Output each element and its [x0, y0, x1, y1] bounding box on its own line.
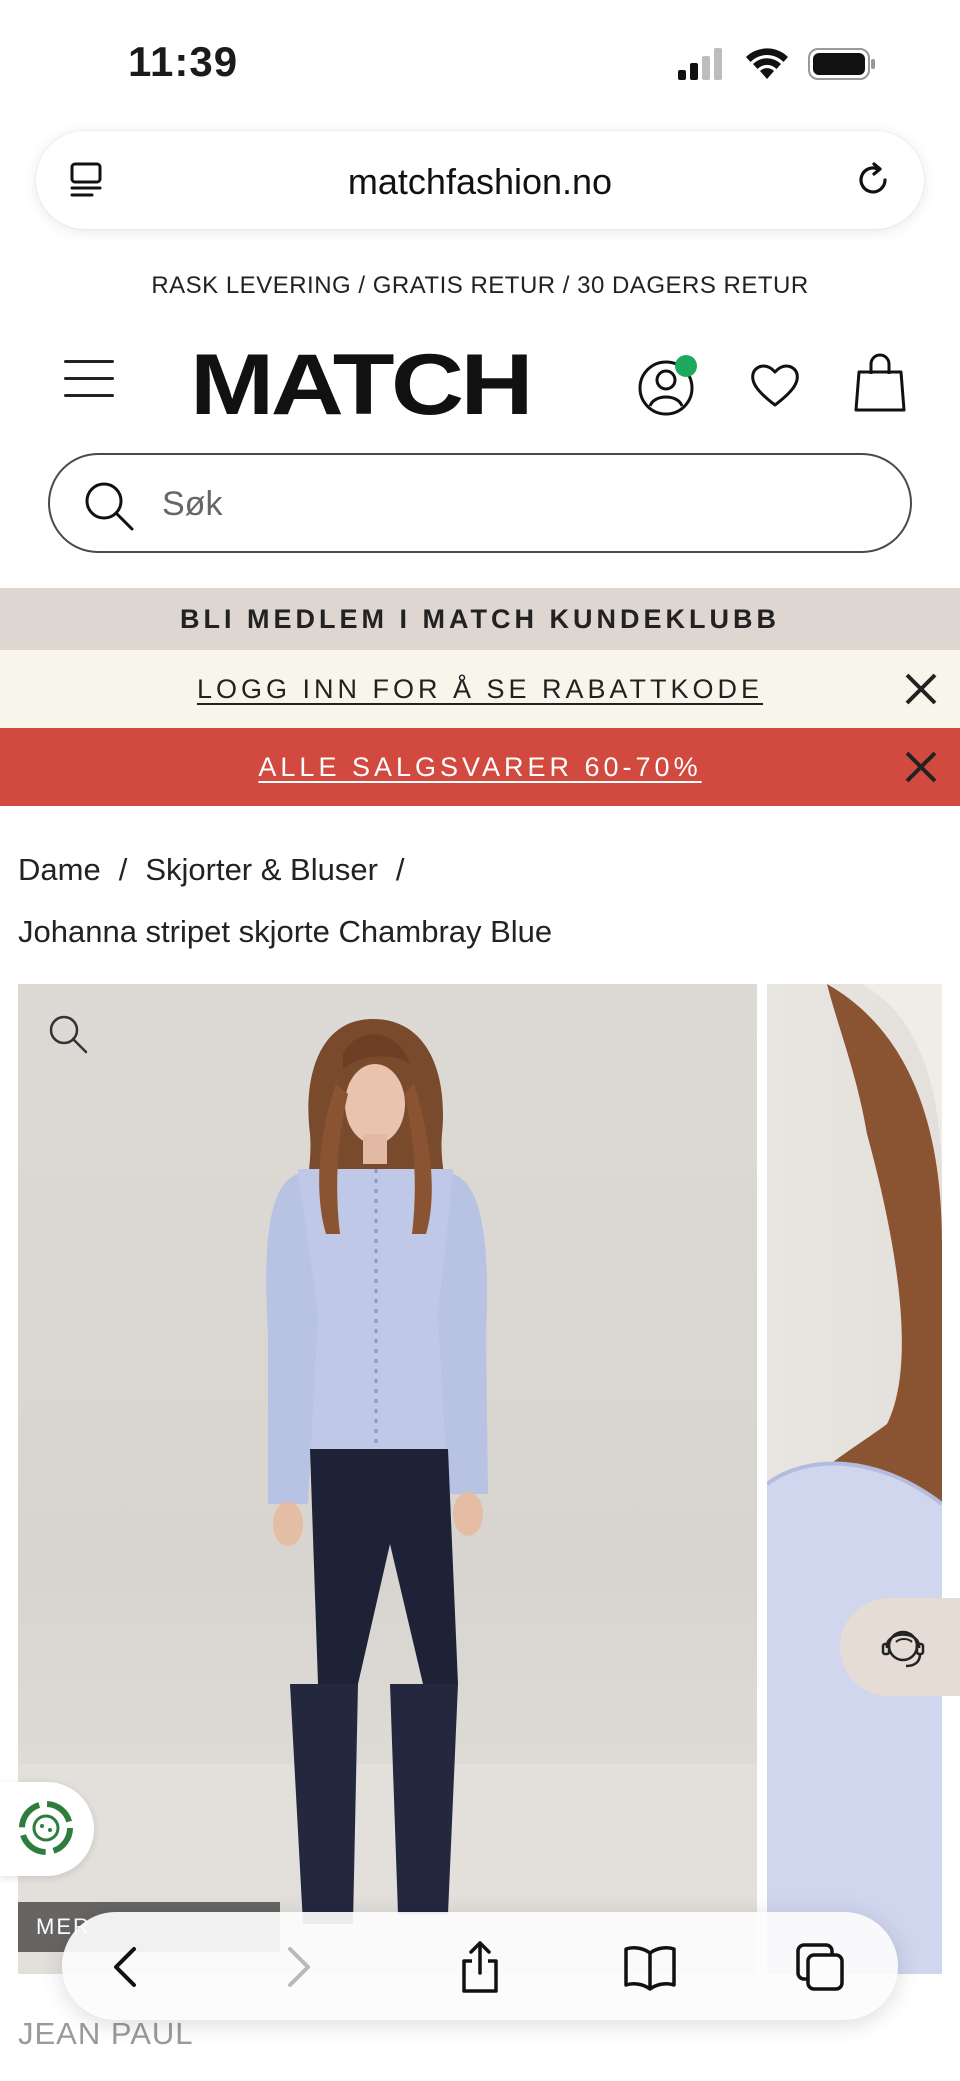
tabs-icon[interactable] — [792, 1939, 848, 1995]
breadcrumb: Dame / Skjorter & Bluser / — [18, 852, 405, 888]
menu-icon[interactable] — [64, 358, 118, 398]
reload-icon[interactable] — [852, 159, 894, 201]
logo-text: MATCH — [190, 342, 530, 422]
browser-toolbar — [62, 1912, 898, 2020]
member-banner[interactable]: BLI MEDLEM I MATCH KUNDEKLUBB — [0, 588, 960, 650]
battery-icon — [808, 48, 875, 80]
breadcrumb-separator: / — [118, 852, 128, 887]
breadcrumb-item-dame[interactable]: Dame — [18, 852, 101, 888]
recycle-icon — [19, 1801, 73, 1855]
search-bar[interactable] — [48, 453, 912, 553]
forward-icon[interactable] — [268, 1939, 324, 1995]
close-icon[interactable] — [902, 670, 940, 708]
cellular-signal-icon — [678, 48, 722, 80]
promo-strip: RASK LEVERING / GRATIS RETUR / 30 DAGERS… — [151, 272, 809, 299]
product-image[interactable] — [18, 984, 757, 1974]
account-icon[interactable] — [636, 354, 700, 418]
login-banner: LOGG INN FOR Å SE RABATTKODE — [0, 650, 960, 728]
status-time: 11:39 — [128, 38, 239, 85]
headset-agent-icon — [881, 1630, 925, 1668]
eco-badge[interactable] — [0, 1782, 94, 1876]
breadcrumb-separator: / — [395, 852, 405, 887]
share-icon[interactable] — [452, 1939, 508, 1995]
search-input[interactable] — [162, 479, 862, 529]
sale-banner: ALLE SALGSVARER 60-70% — [0, 728, 960, 806]
member-banner-text[interactable]: BLI MEDLEM I MATCH KUNDEKLUBB — [180, 604, 780, 634]
address-bar[interactable]: matchfashion.no — [36, 131, 924, 229]
back-icon[interactable] — [100, 1939, 156, 1995]
heart-icon[interactable] — [748, 358, 802, 412]
bookmarks-icon[interactable] — [622, 1939, 678, 1995]
brand-name[interactable]: JEAN PAUL — [18, 2016, 194, 2052]
match-logo[interactable]: MATCH — [190, 342, 535, 422]
model-illustration — [18, 1019, 757, 1974]
sale-link[interactable]: ALLE SALGSVARER 60-70% — [258, 752, 701, 782]
login-discount-link[interactable]: LOGG INN FOR Å SE RABATTKODE — [197, 674, 763, 704]
shopping-bag-icon[interactable] — [852, 352, 908, 414]
model-closeup-illustration — [767, 984, 942, 1974]
notification-dot — [675, 355, 697, 377]
product-title: Johanna stripet skjorte Chambray Blue — [18, 914, 553, 949]
zoom-icon[interactable] — [46, 1012, 90, 1056]
wifi-icon — [746, 48, 788, 79]
customer-service-button[interactable] — [840, 1598, 960, 1696]
product-image-next[interactable] — [767, 984, 942, 1974]
url-text[interactable]: matchfashion.no — [36, 161, 924, 203]
close-icon[interactable] — [902, 748, 940, 786]
status-icons — [678, 46, 876, 82]
breadcrumb-item-skjorter[interactable]: Skjorter & Bluser — [145, 852, 378, 888]
status-bar: 11:39 — [0, 0, 960, 130]
search-icon[interactable] — [82, 479, 136, 533]
